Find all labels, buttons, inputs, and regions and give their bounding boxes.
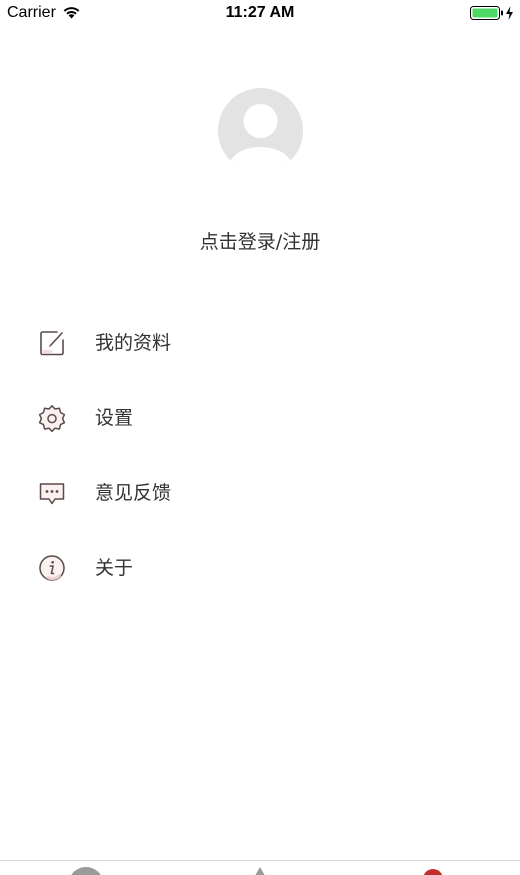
- status-time: 11:27 AM: [225, 4, 295, 21]
- menu-item-feedback[interactable]: 意见反馈: [0, 455, 520, 530]
- menu-list: 我的资料 设置 意见反馈 关于: [0, 305, 520, 605]
- menu-item-label: 意见反馈: [95, 482, 172, 504]
- feedback-icon: [39, 483, 65, 505]
- edit-icon: [40, 331, 64, 356]
- menu-item-settings[interactable]: 设置: [0, 380, 520, 455]
- menu-item-label: 我的资料: [95, 332, 172, 354]
- status-bar: Carrier 11:27 AM: [0, 0, 520, 26]
- menu-item-profile[interactable]: 我的资料: [0, 305, 520, 380]
- default-avatar-icon[interactable]: [218, 88, 303, 173]
- battery-charging-icon: [470, 6, 513, 20]
- info-icon: [39, 555, 65, 581]
- login-register-link[interactable]: 点击登录/注册: [0, 227, 520, 254]
- menu-item-label: 设置: [95, 407, 134, 429]
- gear-icon: [38, 405, 66, 432]
- tab-bar: [0, 860, 520, 875]
- menu-item-label: 关于: [95, 557, 134, 579]
- menu-item-about[interactable]: 关于: [0, 530, 520, 605]
